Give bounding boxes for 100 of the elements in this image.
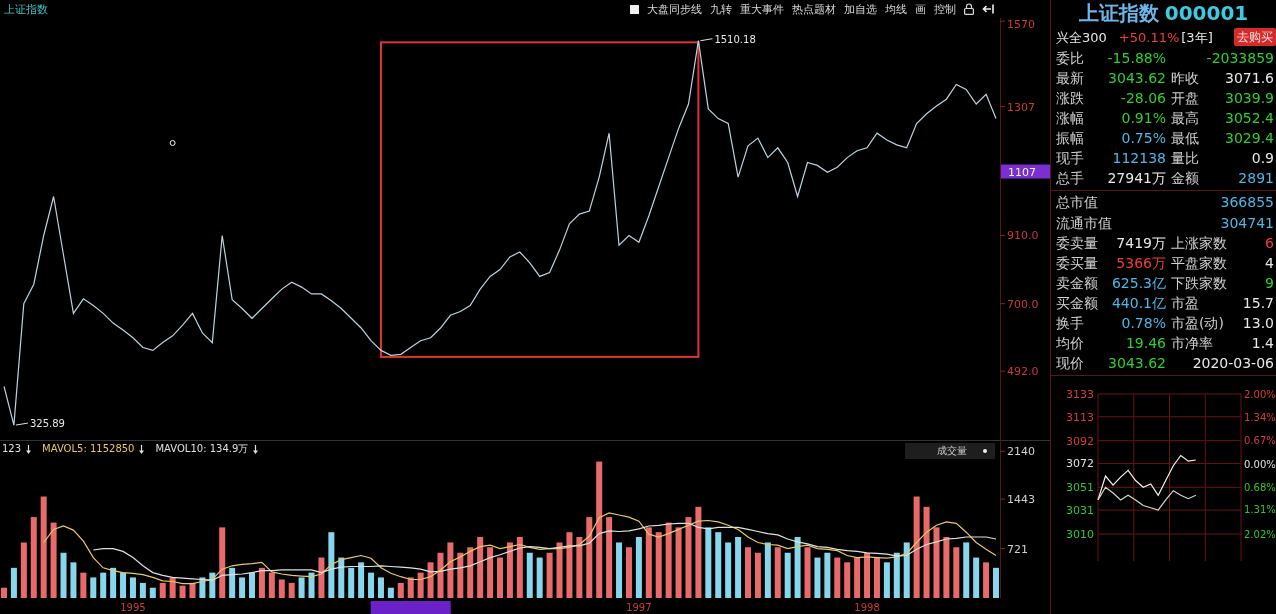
toolbar-button[interactable]: 热点题材 <box>792 3 836 15</box>
volume-bar <box>288 582 295 598</box>
field-value: 3039.9 <box>1225 91 1274 105</box>
field-value: 15.7 <box>1242 296 1274 310</box>
field-value: 27941万 <box>1107 171 1166 185</box>
volume-bar <box>278 579 285 598</box>
volume-bar <box>179 585 186 598</box>
field-label: 卖金额 <box>1056 276 1098 290</box>
buy-button[interactable]: 去购买 <box>1234 28 1276 46</box>
field-label: 最新 <box>1056 71 1084 85</box>
down-arrow-icon[interactable] <box>139 444 145 454</box>
field-label: 涨跌 <box>1056 91 1084 105</box>
volume-bar <box>10 567 17 598</box>
field-label: 最低 <box>1171 131 1199 145</box>
toolbar-button[interactable]: 加自选 <box>844 3 877 15</box>
volume-bar <box>993 567 999 598</box>
volume-bar <box>725 542 732 598</box>
field-label: 买金额 <box>1056 296 1098 310</box>
volume-bar <box>80 572 87 598</box>
legend-label: MAVOL10: 134.9万 <box>155 444 249 454</box>
volume-bar <box>407 577 414 598</box>
volume-bar <box>110 567 117 598</box>
volume-bar <box>159 582 166 598</box>
field-value: -15.88% <box>1107 51 1166 65</box>
axis-label: 0.68% <box>1244 482 1276 494</box>
volume-bar <box>625 547 632 598</box>
volume-bar <box>616 542 623 598</box>
field-label: 委卖量 <box>1056 236 1098 250</box>
toolbar-button[interactable]: 画 <box>915 3 926 15</box>
field-value: 366855 <box>1220 194 1274 209</box>
toolbar-button[interactable]: 控制 <box>934 3 956 15</box>
field-label: 市净率 <box>1171 336 1213 350</box>
axis-label: 3133 <box>1066 388 1094 401</box>
toolbar-button[interactable]: 九转 <box>710 3 732 15</box>
field-label: 现价 <box>1056 356 1084 370</box>
arrow-icon[interactable] <box>982 4 994 14</box>
volume-bar <box>814 557 821 598</box>
axis-label: 0.67% <box>1244 435 1276 447</box>
axis-label: 2.00% <box>1244 389 1276 400</box>
down-arrow-icon[interactable] <box>26 444 32 454</box>
field-label: 现手 <box>1056 151 1084 165</box>
field-value: 3043.62 <box>1108 356 1166 370</box>
field-value: 0.78% <box>1121 316 1166 330</box>
square-icon[interactable] <box>630 4 639 14</box>
volume-bar <box>20 542 27 598</box>
field-value: 7419万 <box>1116 236 1166 250</box>
axis-label: 1997 <box>626 602 652 613</box>
toolbar-button[interactable]: 重大事件 <box>740 3 784 15</box>
volume-bar <box>784 552 791 598</box>
volume-bar <box>377 577 384 598</box>
volume-bar <box>120 572 127 598</box>
volume-bar <box>189 582 196 598</box>
field-label: 开盘 <box>1171 91 1199 105</box>
volume-bar <box>675 527 682 598</box>
field-label: 市盈(动) <box>1171 316 1224 330</box>
axis-label: 1443 <box>1007 493 1035 507</box>
price-cursor-tag: 1107 <box>1001 164 1050 179</box>
volume-bar <box>169 577 176 598</box>
indicator-dropdown[interactable]: 成交量 <box>905 443 995 459</box>
axis-label: 3051 <box>1066 481 1094 495</box>
field-value: 304741 <box>1220 215 1274 230</box>
axis-label: 3010 <box>1066 528 1094 541</box>
down-arrow-icon[interactable] <box>253 444 259 454</box>
field-label: 量比 <box>1171 151 1199 165</box>
toolbar-button[interactable]: 均线 <box>885 3 907 15</box>
volume-bar <box>149 587 156 598</box>
volume-bar <box>774 547 781 598</box>
leader-line <box>699 38 713 42</box>
volume-bar <box>358 562 365 598</box>
volume-bar <box>258 567 265 598</box>
volume-bar <box>70 562 77 598</box>
axis-label: 1995 <box>120 602 146 613</box>
axis-label: 3092 <box>1066 434 1094 448</box>
field-value: 19.46 <box>1125 336 1166 350</box>
volume-bar <box>308 572 315 598</box>
volume-bar <box>368 572 375 598</box>
field-label: 委买量 <box>1056 256 1098 270</box>
field-label: 上涨家数 <box>1171 236 1227 250</box>
field-label: 总手 <box>1056 171 1084 185</box>
volume-bar <box>655 532 662 598</box>
index-code: 000001 <box>1164 3 1249 23</box>
axis-label: 492.0 <box>1007 365 1039 379</box>
volume-bar <box>526 552 533 598</box>
volume-bar <box>209 572 216 598</box>
chart-title: 上证指数 <box>4 3 48 15</box>
toolbar-button[interactable]: 大盘同步线 <box>647 3 702 15</box>
axis-label: 3031 <box>1066 504 1094 518</box>
field-label: 平盘家数 <box>1171 256 1227 270</box>
field-label: 涨幅 <box>1056 111 1084 125</box>
volume-bar <box>129 577 136 598</box>
volume-bar <box>437 552 444 598</box>
field-label: 换手 <box>1056 316 1084 330</box>
volume-bar <box>943 537 950 598</box>
field-value: 0.91% <box>1121 111 1166 125</box>
axis-label: 2140 <box>1007 445 1035 459</box>
lock-icon[interactable] <box>964 3 974 15</box>
volume-bar <box>1 587 7 598</box>
volume-bar <box>735 537 742 598</box>
volume-bar <box>883 562 890 598</box>
field-value: 2891 <box>1238 171 1274 185</box>
